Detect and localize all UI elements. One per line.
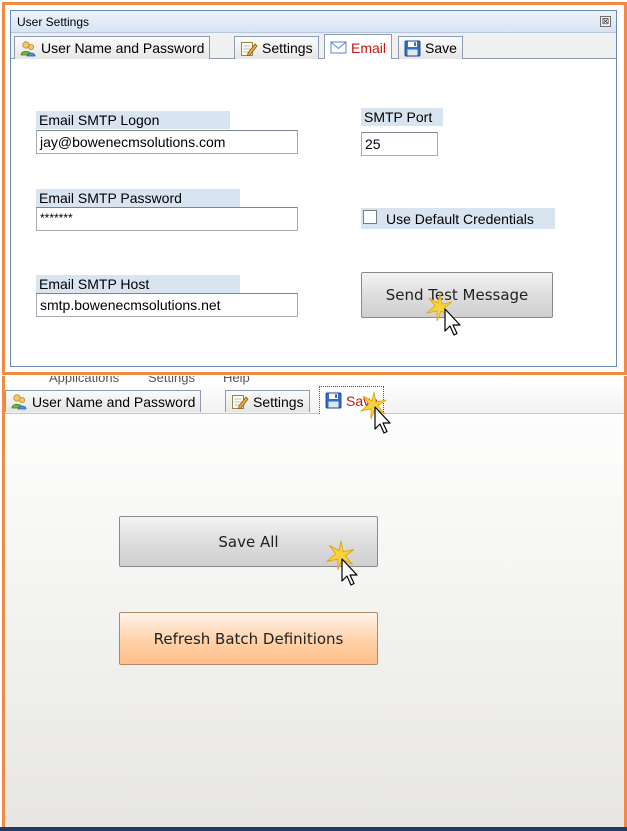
smtp-password-label: Email SMTP Password [36, 189, 240, 207]
users-icon [20, 40, 36, 56]
menu-bar: Applications Settings Help [5, 376, 624, 386]
settings-tab-strip: User Name and Password Settings Email Sa… [11, 33, 616, 60]
tab-label: User Name and Password [41, 40, 205, 56]
mouse-pointer-icon [341, 558, 358, 586]
mouse-pointer-icon [444, 308, 461, 336]
use-default-credentials-checkbox[interactable] [363, 210, 377, 224]
smtp-port-input[interactable]: 25 [361, 132, 438, 156]
tab-user-name-and-password[interactable]: User Name and Password [5, 390, 202, 412]
smtp-logon-label: Email SMTP Logon [36, 111, 230, 129]
use-default-credentials-label: Use Default Credentials [386, 211, 534, 227]
email-settings-panel: Email SMTP Logon jay@bowenecmsolutions.c… [11, 59, 616, 366]
tab-settings[interactable]: Settings [234, 36, 319, 59]
users-icon [11, 394, 27, 410]
main-tab-strip: User Name and Password Settings Save [5, 386, 624, 414]
tab-label: Email [351, 39, 387, 56]
mouse-pointer-icon [374, 406, 391, 434]
refresh-batch-definitions-button[interactable]: Refresh Batch Definitions [119, 612, 378, 665]
tab-label: User Name and Password [32, 393, 196, 410]
tab-label: Save [425, 40, 457, 56]
smtp-logon-input[interactable]: jay@bowenecmsolutions.com [36, 130, 298, 154]
notepad-pencil-icon [241, 41, 258, 56]
floppy-disk-icon [404, 40, 421, 56]
main-window: Applications Settings Help User Name and… [5, 376, 624, 827]
tab-label: Settings [262, 40, 313, 56]
notepad-pencil-icon [232, 395, 249, 409]
envelope-icon [330, 41, 347, 54]
menu-settings[interactable]: Settings [148, 376, 195, 385]
tab-user-name-and-password[interactable]: User Name and Password [14, 36, 211, 59]
smtp-host-label: Email SMTP Host [36, 275, 240, 293]
smtp-port-label: SMTP Port [361, 108, 443, 126]
dialog-title-bar: User Settings ⊠ [11, 11, 616, 33]
tab-settings[interactable]: Settings [225, 390, 310, 412]
menu-help[interactable]: Help [223, 376, 250, 385]
smtp-password-input[interactable]: ******* [36, 207, 298, 231]
tab-label: Settings [253, 393, 304, 410]
dialog-title: User Settings [17, 15, 90, 29]
tab-email[interactable]: Email [324, 34, 393, 60]
menu-applications[interactable]: Applications [49, 376, 119, 385]
floppy-disk-icon [325, 392, 342, 409]
close-icon[interactable]: ⊠ [600, 16, 611, 27]
window-bottom-edge [0, 827, 627, 831]
user-settings-dialog: User Settings ⊠ User Name and Password S… [10, 10, 617, 367]
tab-save[interactable]: Save [398, 36, 463, 59]
smtp-host-input[interactable]: smtp.bowenecmsolutions.net [36, 293, 298, 317]
